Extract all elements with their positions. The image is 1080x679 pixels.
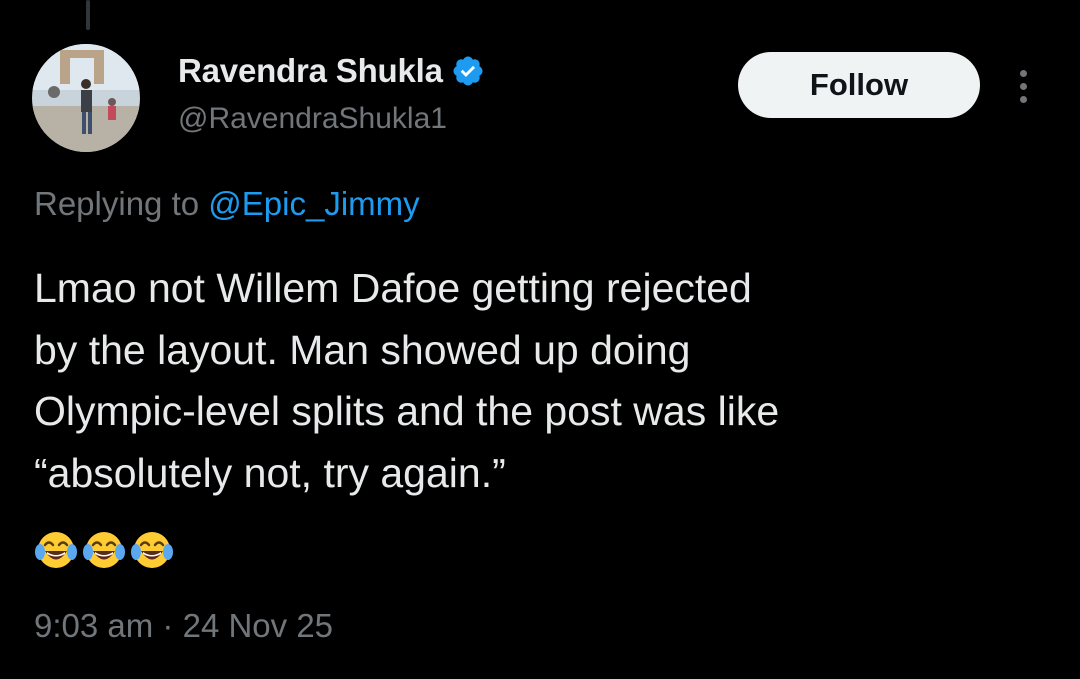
author-handle[interactable]: @RavendraShukla1	[178, 98, 447, 140]
meta-separator: ·	[162, 607, 174, 644]
author-display-name[interactable]: Ravendra Shukla	[178, 52, 443, 90]
verified-badge-icon	[453, 56, 483, 86]
face-with-tears-of-joy-icon	[131, 532, 173, 568]
emoji-row	[34, 528, 174, 572]
thread-connector-line	[86, 0, 90, 30]
tweet-text-line: by the layout. Man showed up doing	[34, 326, 691, 373]
avatar[interactable]	[32, 44, 140, 152]
replying-to: Replying to @Epic_Jimmy	[34, 182, 420, 226]
tweet-text: Lmao not Willem Dafoe getting rejected b…	[34, 258, 1044, 504]
more-dot	[1019, 69, 1027, 77]
tweet-timestamp[interactable]: 9:03 am · 24 Nov 25	[34, 604, 333, 648]
more-dot	[1019, 95, 1027, 103]
reply-mention-link[interactable]: @Epic_Jimmy	[208, 185, 419, 222]
tweet-date: 24 Nov 25	[182, 607, 334, 644]
face-with-tears-of-joy-icon	[35, 532, 77, 568]
tweet-text-line: Olympic-level splits and the post was li…	[34, 388, 780, 434]
more-vertical-icon[interactable]	[1008, 62, 1038, 110]
avatar-photo	[32, 44, 140, 152]
tweet-time: 9:03 am	[34, 607, 154, 644]
follow-button[interactable]: Follow	[738, 52, 980, 118]
more-dot	[1019, 82, 1027, 90]
tweet-text-line: “absolutely not, try again.”	[34, 449, 506, 496]
author-name-row[interactable]: Ravendra Shukla	[178, 50, 485, 92]
tweet-text-line: Lmao not Willem Dafoe getting rejected	[34, 265, 752, 311]
face-with-tears-of-joy-icon	[83, 532, 125, 568]
replying-to-label: Replying to	[34, 185, 200, 222]
